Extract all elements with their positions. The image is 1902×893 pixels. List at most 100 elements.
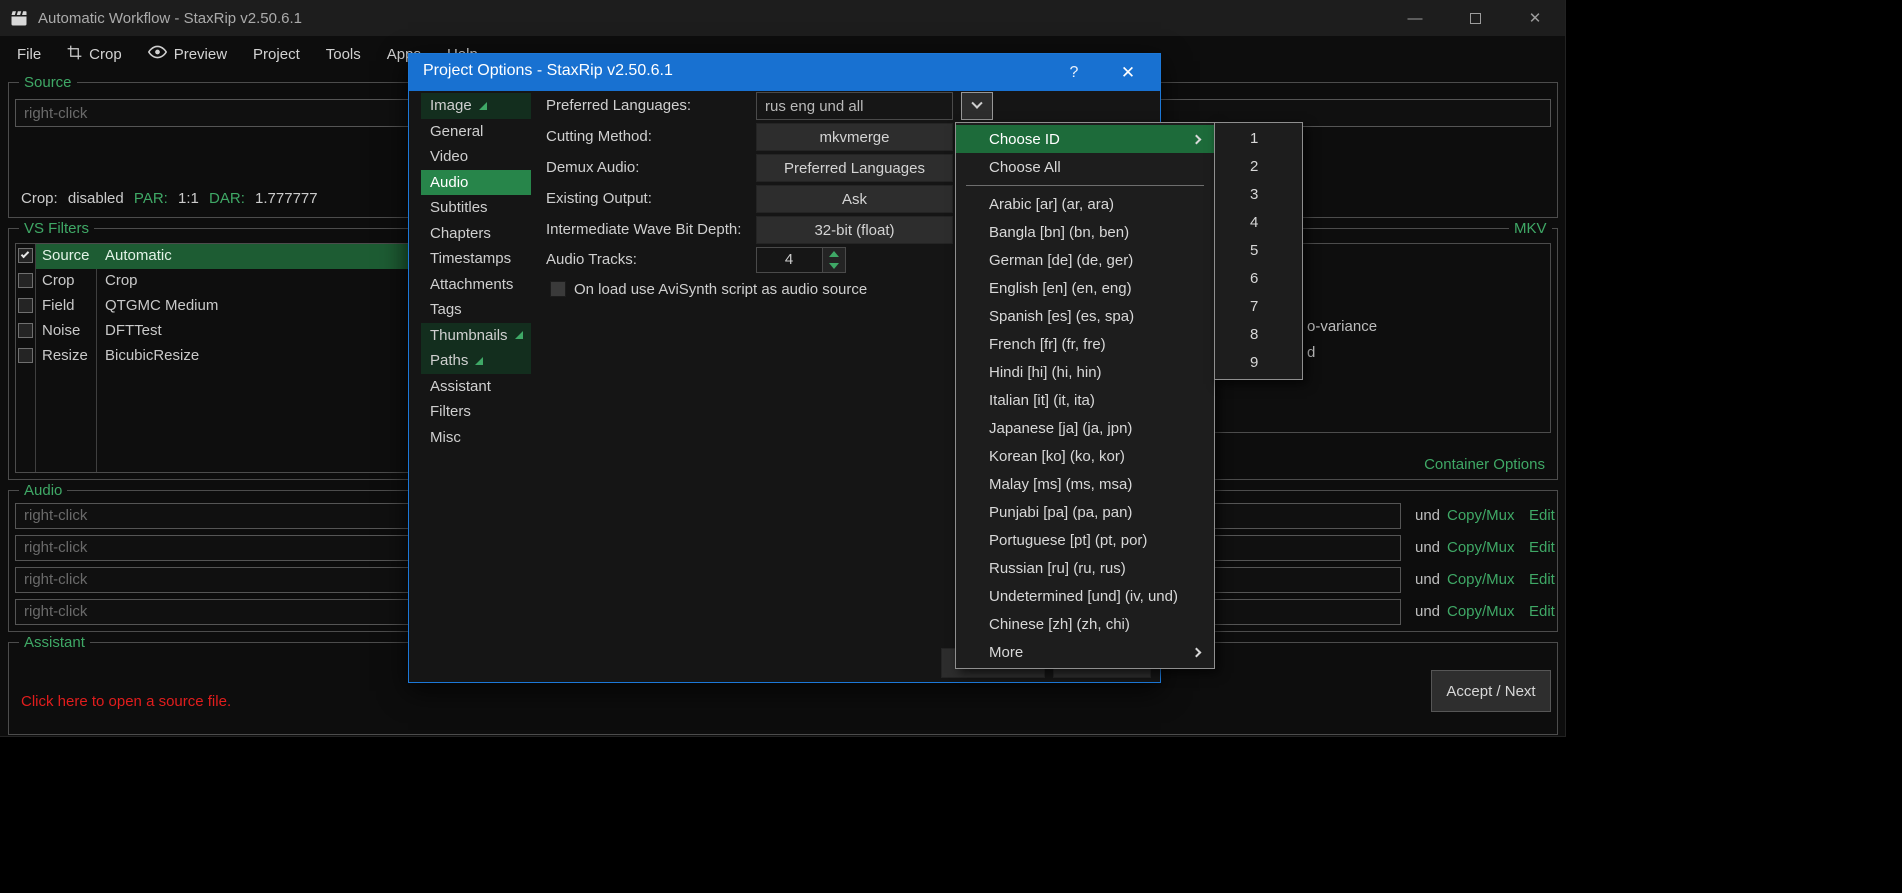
filter-value: Crop <box>105 272 138 289</box>
submenu-item-id[interactable]: 6 <box>1215 265 1302 293</box>
edit-link[interactable]: Edit <box>1529 603 1555 620</box>
menu-item-language[interactable]: Malay [ms] (ms, msa) <box>956 470 1214 498</box>
submenu-item-id[interactable]: 2 <box>1215 153 1302 181</box>
edit-link[interactable]: Edit <box>1529 571 1555 588</box>
container-options-link[interactable]: Container Options <box>1424 456 1545 473</box>
audio-tracks-stepper[interactable]: 4 <box>756 247 846 273</box>
filter-checkbox-checked[interactable] <box>18 248 33 263</box>
dialog-help-button[interactable]: ? <box>1054 54 1094 91</box>
dialog-close-button[interactable]: ✕ <box>1106 54 1150 91</box>
sidebar-item-timestamps[interactable]: Timestamps <box>421 246 531 272</box>
title-bar: Automatic Workflow - StaxRip v2.50.6.1 —… <box>0 0 1565 36</box>
menu-item-language[interactable]: Undetermined [und] (iv, und) <box>956 582 1214 610</box>
filter-checkbox[interactable] <box>18 323 33 338</box>
copy-mux-link[interactable]: Copy/Mux <box>1447 603 1515 620</box>
existing-output-button[interactable]: Ask <box>756 185 953 213</box>
sidebar-item-filters[interactable]: Filters <box>421 399 531 425</box>
mkv-group-label: MKV <box>1509 219 1552 238</box>
menu-item-language[interactable]: Korean [ko] (ko, kor) <box>956 442 1214 470</box>
source-group-label: Source <box>19 73 77 92</box>
submenu-item-id[interactable]: 1 <box>1215 125 1302 153</box>
sidebar-item-general[interactable]: General <box>421 119 531 145</box>
copy-mux-link[interactable]: Copy/Mux <box>1447 507 1515 524</box>
menu-item-choose-id[interactable]: Choose ID <box>956 125 1214 153</box>
edit-link[interactable]: Edit <box>1529 539 1555 556</box>
sidebar-item-paths[interactable]: Paths <box>421 348 531 374</box>
copy-mux-link[interactable]: Copy/Mux <box>1447 539 1515 556</box>
menu-item-language[interactable]: French [fr] (fr, fre) <box>956 330 1214 358</box>
menu-project-label: Project <box>253 46 300 63</box>
menu-item-label: French [fr] (fr, fre) <box>989 336 1106 353</box>
close-icon: ✕ <box>1529 9 1542 27</box>
sidebar-item-image[interactable]: Image <box>421 93 531 119</box>
menu-item-language[interactable]: Italian [it] (it, ita) <box>956 386 1214 414</box>
sidebar-item-misc[interactable]: Misc <box>421 425 531 451</box>
filter-value: QTGMC Medium <box>105 297 218 314</box>
close-button[interactable]: ✕ <box>1505 0 1565 36</box>
menu-item-language[interactable]: Japanese [ja] (ja, jpn) <box>956 414 1214 442</box>
crop-value: disabled <box>68 190 124 207</box>
menu-item-language[interactable]: Bangla [bn] (bn, ben) <box>956 218 1214 246</box>
wave-bit-depth-button[interactable]: 32-bit (float) <box>756 216 953 244</box>
menu-item-language[interactable]: Portuguese [pt] (pt, por) <box>956 526 1214 554</box>
filter-checkbox[interactable] <box>18 273 33 288</box>
sidebar-item-chapters[interactable]: Chapters <box>421 221 531 247</box>
sidebar-item-label: Assistant <box>430 378 491 395</box>
submenu-item-id[interactable]: 3 <box>1215 181 1302 209</box>
filter-checkbox[interactable] <box>18 348 33 363</box>
wave-bit-depth-value: 32-bit (float) <box>814 222 894 239</box>
sidebar-item-audio[interactable]: Audio <box>421 170 531 196</box>
submenu-item-id[interactable]: 4 <box>1215 209 1302 237</box>
submenu-item-id[interactable]: 7 <box>1215 293 1302 321</box>
sidebar-item-tags[interactable]: Tags <box>421 297 531 323</box>
copy-mux-link[interactable]: Copy/Mux <box>1447 571 1515 588</box>
filter-value: BicubicResize <box>105 347 199 364</box>
language-dropdown-button[interactable] <box>961 92 993 120</box>
menu-item-language[interactable]: Arabic [ar] (ar, ara) <box>956 190 1214 218</box>
menu-item-language[interactable]: English [en] (en, eng) <box>956 274 1214 302</box>
audio-box-hint: right-click <box>24 507 87 524</box>
menu-item-label: Punjabi [pa] (pa, pan) <box>989 504 1132 521</box>
menu-item-language[interactable]: Chinese [zh] (zh, chi) <box>956 610 1214 638</box>
menu-item-language[interactable]: Russian [ru] (ru, rus) <box>956 554 1214 582</box>
clapperboard-icon <box>10 9 28 27</box>
filter-category: Field <box>42 297 75 314</box>
maximize-button[interactable] <box>1445 0 1505 36</box>
menu-preview[interactable]: Preview <box>135 36 240 72</box>
menu-item-language[interactable]: Spanish [es] (es, spa) <box>956 302 1214 330</box>
submenu-item-id[interactable]: 9 <box>1215 349 1302 377</box>
preferred-languages-label: Preferred Languages: <box>546 97 691 114</box>
minimize-button[interactable]: — <box>1385 0 1445 36</box>
menu-item-label: German [de] (de, ger) <box>989 252 1133 269</box>
menu-file[interactable]: File <box>4 36 54 72</box>
menu-item-language[interactable]: German [de] (de, ger) <box>956 246 1214 274</box>
menu-item-more[interactable]: More <box>956 638 1214 666</box>
menu-item-language[interactable]: Hindi [hi] (hi, hin) <box>956 358 1214 386</box>
demux-audio-button[interactable]: Preferred Languages <box>756 154 953 182</box>
submenu-item-id[interactable]: 5 <box>1215 237 1302 265</box>
preferred-languages-input[interactable] <box>756 92 953 120</box>
sidebar-item-subtitles[interactable]: Subtitles <box>421 195 531 221</box>
accept-next-button[interactable]: Accept / Next <box>1431 670 1551 712</box>
cutting-method-button[interactable]: mkvmerge <box>756 123 953 151</box>
sidebar-item-attachments[interactable]: Attachments <box>421 272 531 298</box>
menu-item-choose-all[interactable]: Choose All <box>956 153 1214 181</box>
menu-crop[interactable]: Crop <box>54 36 135 72</box>
avisynth-checkbox[interactable] <box>550 281 566 297</box>
menu-project[interactable]: Project <box>240 36 313 72</box>
menu-separator <box>966 185 1204 186</box>
sidebar-item-label: Subtitles <box>430 199 488 216</box>
sidebar-item-thumbnails[interactable]: Thumbnails <box>421 323 531 349</box>
stepper-arrows[interactable] <box>822 248 845 272</box>
edit-link[interactable]: Edit <box>1529 507 1555 524</box>
submenu-item-id[interactable]: 8 <box>1215 321 1302 349</box>
sidebar-item-assistant[interactable]: Assistant <box>421 374 531 400</box>
assistant-message[interactable]: Click here to open a source file. <box>21 693 231 710</box>
menu-item-language[interactable]: Punjabi [pa] (pa, pan) <box>956 498 1214 526</box>
arrow-down-icon[interactable] <box>829 263 839 269</box>
sidebar-item-video[interactable]: Video <box>421 144 531 170</box>
filter-checkbox[interactable] <box>18 298 33 313</box>
close-icon: ✕ <box>1121 63 1135 83</box>
arrow-up-icon[interactable] <box>829 251 839 257</box>
menu-tools[interactable]: Tools <box>313 36 374 72</box>
